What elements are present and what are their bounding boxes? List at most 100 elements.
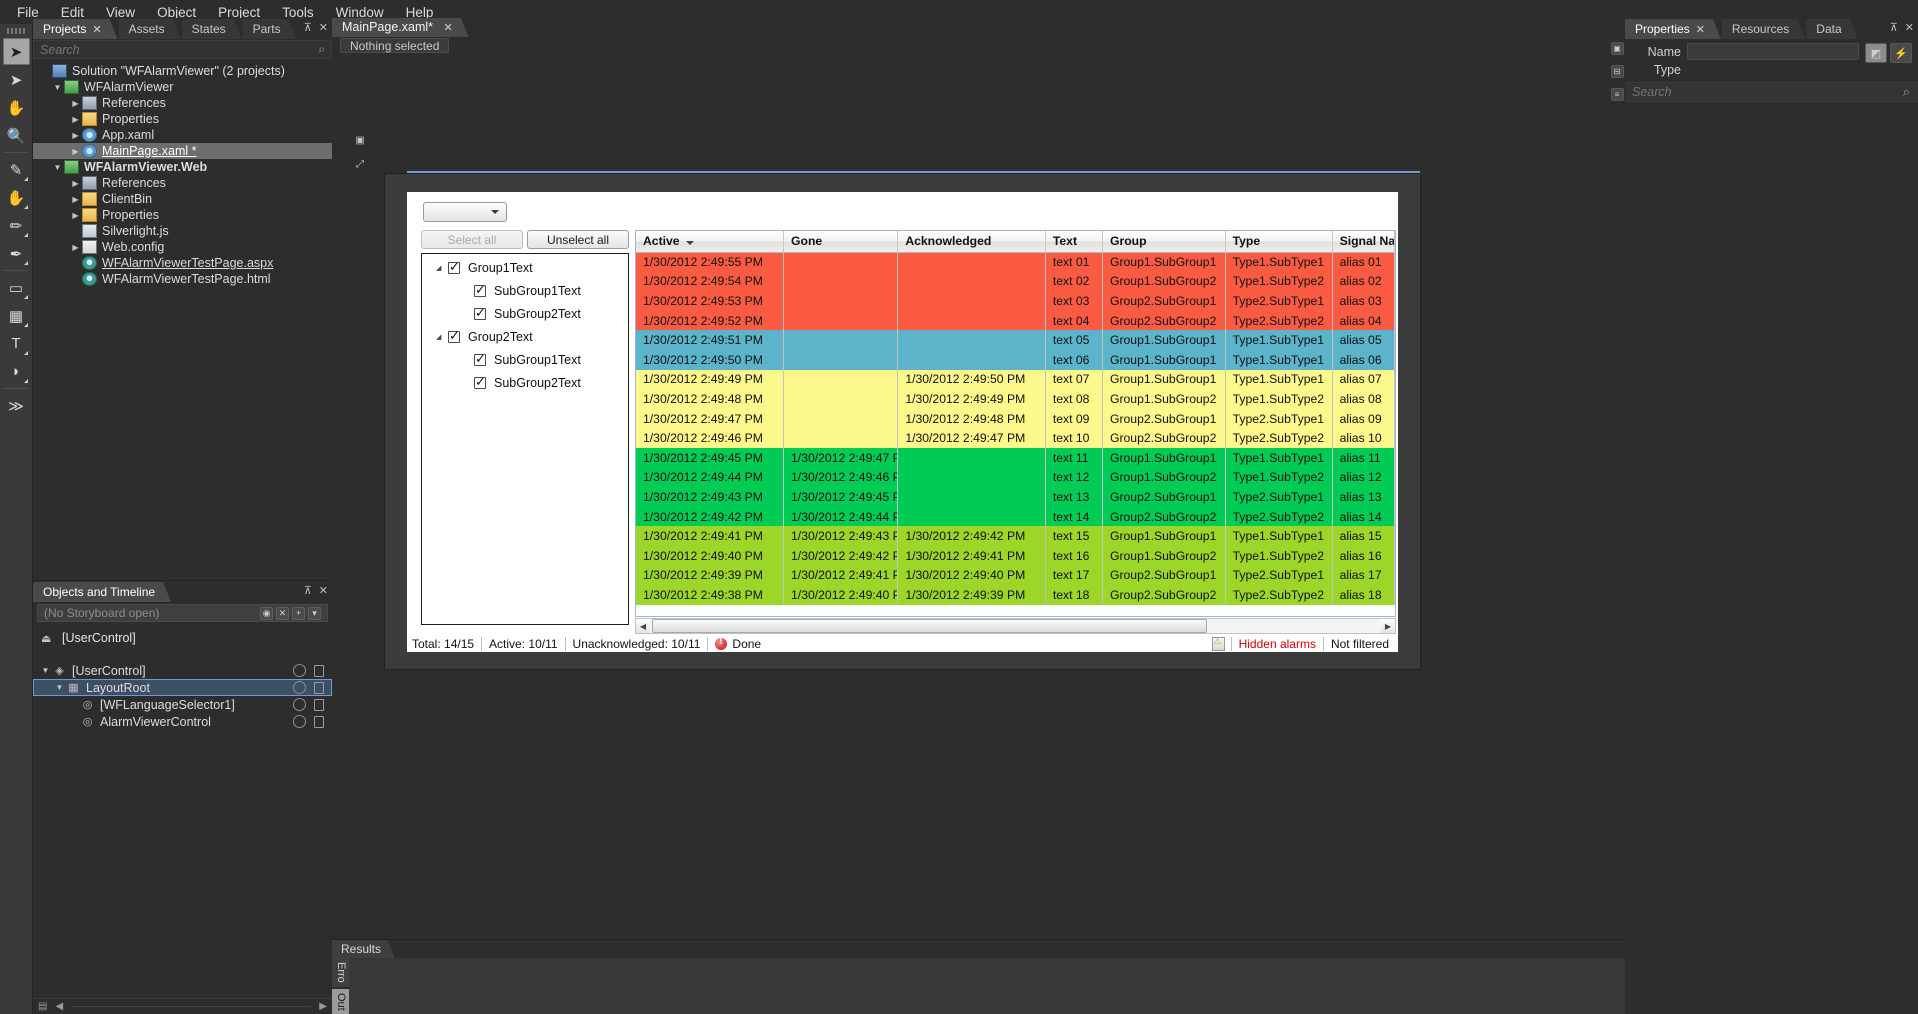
toolbox-grip[interactable] (7, 28, 25, 34)
tab-data[interactable]: Data (1806, 19, 1857, 39)
pan-icon[interactable]: ✋ (3, 94, 30, 121)
solution-tree-item[interactable]: ▶Web.config (33, 239, 332, 255)
table-row[interactable]: 1/30/2012 2:49:39 PM1/30/2012 2:49:41 PM… (636, 566, 1395, 586)
tab-resources[interactable]: Resources (1722, 19, 1805, 39)
storyboard-record-icon[interactable]: ◉ (260, 607, 273, 620)
solution-tree-item[interactable]: ▶MainPage.xaml * (33, 143, 332, 159)
table-row[interactable]: 1/30/2012 2:49:47 PM1/30/2012 2:49:48 PM… (636, 409, 1395, 429)
visibility-eye-icon[interactable] (293, 698, 306, 711)
direct-selection-icon[interactable]: ➤ (3, 66, 30, 93)
tab-objects-and-timeline[interactable]: Objects and Timeline (33, 582, 171, 602)
pin-icon[interactable]: ⊼ (304, 21, 312, 34)
column-header-text[interactable]: Text (1045, 231, 1102, 252)
tab-results[interactable]: Results (332, 940, 395, 958)
chevron-right-icon[interactable]: ▶ (69, 147, 82, 156)
objects-tree-item[interactable]: ◎AlarmViewerControl (33, 713, 332, 730)
group-checkbox[interactable] (474, 285, 486, 297)
properties-view-icon[interactable]: ◩ (1865, 43, 1887, 63)
solution-tree-item[interactable]: ▶References (33, 95, 332, 111)
vertical-tab-out[interactable]: Out (332, 989, 349, 1014)
table-row[interactable]: 1/30/2012 2:49:48 PM1/30/2012 2:49:49 PM… (636, 389, 1395, 409)
artboard-lock-top-icon[interactable]: ⤢ (354, 158, 366, 170)
table-row[interactable]: 1/30/2012 2:49:51 PMtext 05Group1.SubGro… (636, 330, 1395, 350)
hidden-alarms-icon[interactable] (1212, 637, 1225, 651)
group-filter-item[interactable]: SubGroup1Text (422, 350, 628, 369)
chevron-right-icon[interactable]: ▶ (69, 179, 82, 188)
table-row[interactable]: 1/30/2012 2:49:52 PMtext 04Group2.SubGro… (636, 311, 1395, 331)
table-row[interactable]: 1/30/2012 2:49:46 PM1/30/2012 2:49:47 PM… (636, 428, 1395, 448)
artboard-zoom-fit-icon[interactable]: ▣ (354, 134, 366, 146)
group-filter-item[interactable]: SubGroup1Text (422, 281, 628, 300)
footer-arrow-right-icon[interactable]: ▶ (319, 1001, 327, 1012)
column-header-signal[interactable]: Signal Na (1332, 231, 1394, 252)
properties-search-input[interactable] (1632, 85, 1911, 99)
projects-search-input[interactable] (40, 43, 325, 57)
lock-icon[interactable] (314, 682, 324, 694)
solution-tree-item[interactable]: ▶Properties (33, 207, 332, 223)
eyedropper-icon[interactable]: ✎ (3, 156, 30, 183)
scroll-left-icon[interactable]: ◀ (636, 619, 650, 633)
group-checkbox[interactable] (474, 377, 486, 389)
pen-icon[interactable]: ✒ (3, 240, 30, 267)
solution-tree-item[interactable]: ▼WFAlarmViewer.Web (33, 159, 332, 175)
group-checkbox[interactable] (474, 354, 486, 366)
objects-tree-item[interactable]: ▼▦LayoutRoot (33, 679, 332, 696)
solution-tree-item[interactable]: WFAlarmViewerTestPage.aspx (33, 255, 332, 271)
unselect-all-button[interactable]: Unselect all (527, 230, 629, 249)
group-checkbox[interactable] (448, 331, 460, 343)
name-field[interactable] (1687, 43, 1859, 60)
grid-panel-icon[interactable]: ▦ (3, 302, 30, 329)
solution-tree-item[interactable]: ▶ClientBin (33, 191, 332, 207)
breadcrumb-selection-label[interactable]: Nothing selected (340, 38, 449, 53)
solution-tree-item[interactable]: Solution "WFAlarmViewer" (2 projects) (33, 63, 332, 79)
scroll-right-icon[interactable]: ▶ (1381, 619, 1395, 633)
table-row[interactable]: 1/30/2012 2:49:42 PM1/30/2012 2:49:44 PM… (636, 507, 1395, 527)
table-row[interactable]: 1/30/2012 2:49:49 PM1/30/2012 2:49:50 PM… (636, 370, 1395, 390)
scrollbar-track[interactable] (650, 619, 1381, 633)
storyboard-menu-icon[interactable]: ▾ (308, 607, 321, 620)
more-tools-icon[interactable]: ≫ (3, 392, 30, 419)
chevron-down-icon[interactable]: ▼ (39, 666, 52, 675)
zoom-icon[interactable]: 🔍 (3, 122, 30, 149)
chevron-right-icon[interactable]: ▶ (69, 99, 82, 108)
group-checkbox[interactable] (448, 262, 460, 274)
scrollbar-thumb[interactable] (652, 619, 1207, 633)
close-icon[interactable]: ✕ (1696, 24, 1705, 36)
split-view-icon[interactable]: ⊟ (1611, 65, 1624, 78)
visibility-eye-icon[interactable] (293, 664, 306, 677)
storyboard-close-icon[interactable]: ✕ (276, 607, 289, 620)
pin-icon[interactable]: ⊼ (304, 584, 312, 597)
expander-icon[interactable]: ◢ (436, 264, 448, 272)
solution-tree-item[interactable]: ▶References (33, 175, 332, 191)
brush-icon[interactable]: ✏ (3, 212, 30, 239)
lock-icon[interactable] (314, 699, 324, 711)
solution-tree-item[interactable]: ▶Properties (33, 111, 332, 127)
table-row[interactable]: 1/30/2012 2:49:43 PM1/30/2012 2:49:45 PM… (636, 487, 1395, 507)
paint-bucket-icon[interactable]: ✋ (3, 184, 30, 211)
select-all-button[interactable]: Select all (421, 230, 523, 249)
visibility-eye-icon[interactable] (293, 715, 306, 728)
table-row[interactable]: 1/30/2012 2:49:40 PM1/30/2012 2:49:42 PM… (636, 546, 1395, 566)
lock-icon[interactable] (314, 665, 324, 677)
objects-tree-item[interactable]: ▼◈[UserControl] (33, 662, 332, 679)
solution-tree-item[interactable]: WFAlarmViewerTestPage.html (33, 271, 332, 287)
table-row[interactable]: 1/30/2012 2:49:50 PMtext 06Group1.SubGro… (636, 350, 1395, 370)
rectangle-icon[interactable]: ▭ (3, 274, 30, 301)
column-header-gone[interactable]: Gone (784, 231, 898, 252)
design-view-icon[interactable]: ▣ (1611, 42, 1624, 55)
objects-root-row[interactable]: ⏏ [UserControl] (33, 624, 332, 645)
column-header-acknowledged[interactable]: Acknowledged (898, 231, 1046, 252)
tab-assets[interactable]: Assets (119, 19, 181, 39)
tab-projects[interactable]: Projects✕ (33, 19, 118, 39)
visibility-eye-icon[interactable] (293, 681, 306, 694)
chevron-right-icon[interactable]: ▶ (69, 131, 82, 140)
chevron-down-icon[interactable]: ▼ (53, 683, 66, 692)
footer-arrow-left-icon[interactable]: ◀ (55, 1001, 63, 1012)
tab-properties[interactable]: Properties✕ (1625, 19, 1721, 39)
footer-icon[interactable]: ▤ (38, 1001, 47, 1012)
solution-tree-item[interactable]: ▶App.xaml (33, 127, 332, 143)
tab-states[interactable]: States (182, 19, 242, 39)
assets-icon[interactable]: ◗ (3, 358, 30, 385)
table-row[interactable]: 1/30/2012 2:49:41 PM1/30/2012 2:49:43 PM… (636, 526, 1395, 546)
close-icon[interactable]: ✕ (319, 21, 328, 34)
